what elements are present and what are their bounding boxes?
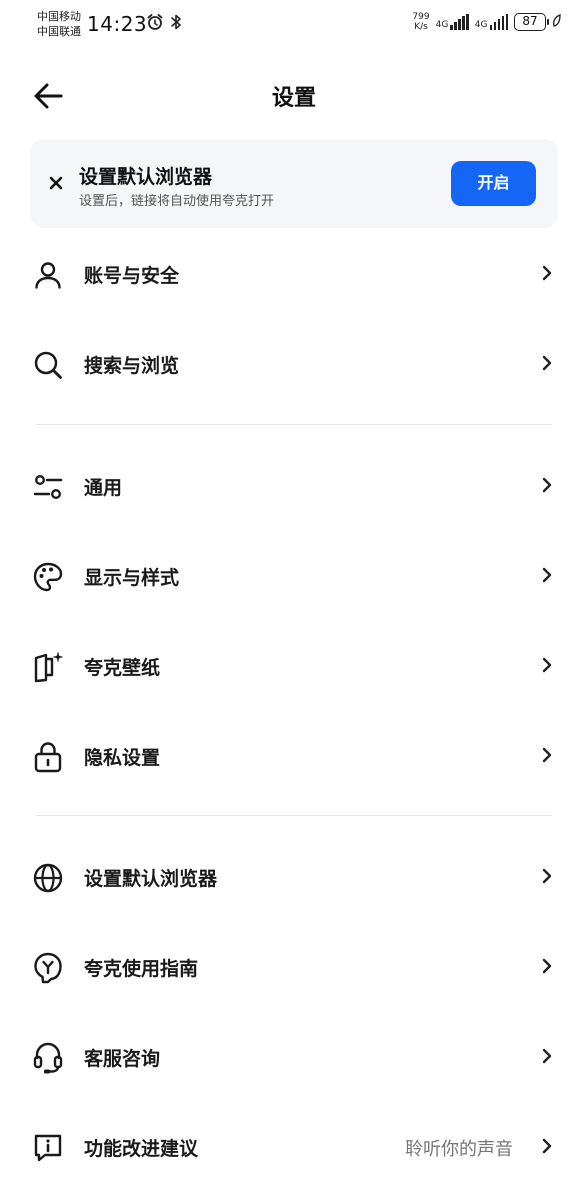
chevron-right-icon bbox=[540, 263, 554, 283]
settings-item-label: 显示与样式 bbox=[84, 567, 180, 589]
banner-title: 设置默认浏览器 bbox=[79, 166, 213, 188]
chevron-right-icon bbox=[540, 866, 554, 886]
enable-button[interactable]: 开启 bbox=[451, 161, 536, 206]
settings-item-label: 搜索与浏览 bbox=[84, 355, 180, 377]
header: 设置 bbox=[0, 62, 588, 128]
chevron-right-icon bbox=[540, 353, 554, 373]
settings-item-account-security[interactable]: 账号与安全 bbox=[0, 239, 588, 309]
status-icons-right: 799 K/s 4G 4G 87 bbox=[412, 12, 562, 32]
settings-item-feedback[interactable]: 功能改进建议 聆听你的声音 bbox=[0, 1112, 588, 1182]
bluetooth-icon bbox=[170, 13, 182, 35]
settings-item-general[interactable]: 通用 bbox=[0, 451, 588, 521]
alarm-icon bbox=[146, 13, 164, 35]
settings-item-search-browse[interactable]: 搜索与浏览 bbox=[0, 329, 588, 399]
signal-1: 4G bbox=[436, 14, 469, 30]
carrier-1: 中国移动 bbox=[37, 10, 81, 23]
leaf-icon bbox=[552, 13, 562, 32]
settings-item-label: 设置默认浏览器 bbox=[84, 868, 218, 890]
chevron-right-icon bbox=[540, 956, 554, 976]
chevron-right-icon bbox=[540, 745, 554, 765]
settings-item-privacy[interactable]: 隐私设置 bbox=[0, 721, 588, 791]
feedback-icon bbox=[30, 1130, 66, 1166]
settings-item-label: 夸克使用指南 bbox=[84, 958, 199, 980]
network-speed: 799 K/s bbox=[412, 12, 430, 32]
page-title: 设置 bbox=[271, 86, 316, 111]
user-icon bbox=[30, 257, 66, 293]
carrier-2: 中国联通 bbox=[37, 25, 81, 38]
settings-item-label: 隐私设置 bbox=[84, 747, 161, 769]
signal-bars-icon bbox=[489, 14, 508, 30]
chevron-right-icon bbox=[540, 655, 554, 675]
status-icons-left bbox=[146, 13, 182, 35]
guide-bulb-icon bbox=[30, 950, 66, 986]
settings-item-customer-service[interactable]: 客服咨询 bbox=[0, 1022, 588, 1092]
chevron-right-icon bbox=[540, 565, 554, 585]
globe-icon bbox=[30, 860, 66, 896]
settings-item-label: 夸克壁纸 bbox=[84, 657, 161, 679]
palette-icon bbox=[30, 559, 66, 595]
headset-icon bbox=[30, 1040, 66, 1076]
chevron-right-icon bbox=[540, 475, 554, 495]
carrier-names: 中国移动 中国联通 bbox=[37, 9, 81, 39]
settings-item-label: 客服咨询 bbox=[84, 1048, 161, 1070]
battery-icon: 87 bbox=[514, 13, 549, 31]
status-bar: 中国移动 中国联通 14:23 799 K/s 4G 4G 87 bbox=[0, 0, 588, 50]
search-icon bbox=[30, 347, 66, 383]
settings-item-default-browser[interactable]: 设置默认浏览器 bbox=[0, 842, 588, 912]
settings-item-label: 通用 bbox=[84, 477, 123, 499]
settings-item-display-style[interactable]: 显示与样式 bbox=[0, 541, 588, 611]
signal-bars-icon bbox=[450, 14, 469, 30]
settings-item-value: 聆听你的声音 bbox=[405, 1139, 513, 1160]
group-divider bbox=[36, 815, 552, 816]
chevron-right-icon bbox=[540, 1046, 554, 1066]
signal-2: 4G bbox=[475, 14, 508, 30]
settings-item-label: 功能改进建议 bbox=[84, 1138, 199, 1160]
sliders-icon bbox=[30, 469, 66, 505]
group-divider bbox=[36, 424, 552, 425]
chevron-right-icon bbox=[540, 1136, 554, 1156]
status-time: 14:23 bbox=[87, 12, 148, 36]
banner-subtitle: 设置后，链接将自动使用夸克打开 bbox=[79, 194, 275, 209]
settings-item-wallpaper[interactable]: 夸克壁纸 bbox=[0, 631, 588, 701]
settings-item-label: 账号与安全 bbox=[84, 265, 180, 287]
settings-item-user-guide[interactable]: 夸克使用指南 bbox=[0, 932, 588, 1002]
lock-icon bbox=[30, 739, 66, 775]
banner-close-button[interactable] bbox=[42, 169, 70, 197]
close-icon bbox=[49, 176, 63, 190]
default-browser-banner: 设置默认浏览器 设置后，链接将自动使用夸克打开 开启 bbox=[30, 139, 558, 228]
wallpaper-icon bbox=[30, 649, 66, 685]
